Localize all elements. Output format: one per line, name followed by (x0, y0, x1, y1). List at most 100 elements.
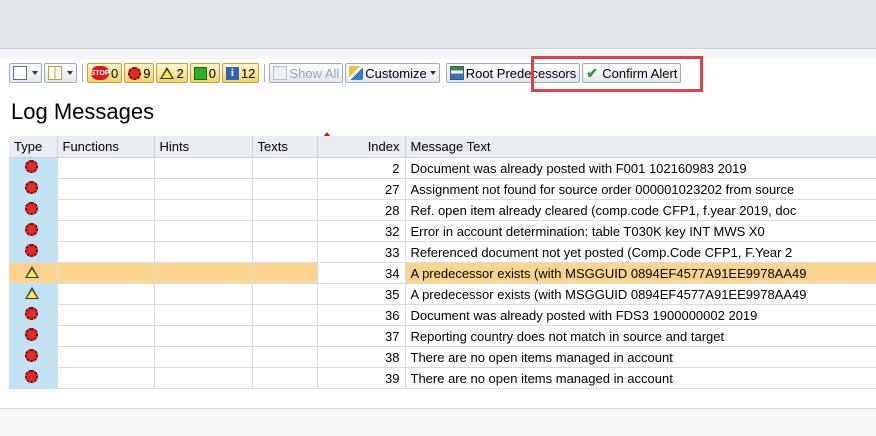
message-cell[interactable]: There are no open items managed in accou… (405, 346, 876, 368)
type-cell[interactable] (9, 283, 58, 305)
functions-cell[interactable] (57, 262, 155, 284)
type-cell[interactable] (9, 367, 58, 389)
message-cell[interactable]: Ref. open item already cleared (comp.cod… (405, 199, 876, 221)
hints-cell[interactable] (154, 325, 253, 347)
functions-cell[interactable] (57, 325, 155, 347)
hints-cell[interactable] (154, 262, 253, 284)
message-cell[interactable]: Document was already posted with F001 10… (405, 157, 876, 179)
page-title: Log Messages (11, 99, 155, 124)
index-cell[interactable]: 28 (317, 199, 406, 221)
texts-cell[interactable] (252, 346, 318, 368)
hints-cell[interactable] (154, 178, 253, 200)
table-row[interactable]: 38 There are no open items managed in ac… (9, 346, 876, 368)
hints-cell[interactable] (154, 241, 253, 263)
column-header-index[interactable]: Index (317, 136, 406, 158)
texts-cell[interactable] (252, 157, 318, 179)
hints-cell[interactable] (154, 157, 253, 179)
functions-cell[interactable] (57, 220, 155, 242)
functions-cell[interactable] (57, 241, 155, 263)
column-header-hints[interactable]: Hints (154, 136, 253, 158)
index-cell[interactable]: 34 (317, 262, 406, 284)
column-header-functions[interactable]: Functions (57, 136, 155, 158)
message-cell[interactable]: Reporting country does not match in sour… (405, 325, 876, 347)
table-row[interactable]: 2 Document was already posted with F001 … (9, 157, 876, 179)
info-icon: i (225, 66, 239, 80)
index-cell[interactable]: 2 (317, 157, 406, 179)
stop-filter-button[interactable]: STOP 0 (87, 63, 123, 83)
show-all-button[interactable]: Show All (269, 63, 344, 83)
hints-cell[interactable] (154, 283, 253, 305)
table-row[interactable]: 33 Referenced document not yet posted (C… (9, 241, 876, 263)
table-row[interactable]: 36 Document was already posted with FDS3… (9, 304, 876, 326)
texts-cell[interactable] (252, 304, 318, 326)
type-cell[interactable] (9, 262, 58, 284)
index-cell[interactable]: 27 (317, 178, 406, 200)
type-cell[interactable] (9, 241, 58, 263)
message-cell[interactable]: Assignment not found for source order 00… (405, 178, 876, 200)
grid-footer (0, 408, 876, 436)
texts-cell[interactable] (252, 325, 318, 347)
customize-button[interactable]: Customize (345, 63, 440, 83)
message-cell[interactable]: A predecessor exists (with MSGGUID 0894E… (405, 283, 876, 305)
warning-filter-button[interactable]: 2 (156, 63, 188, 83)
texts-cell[interactable] (252, 178, 318, 200)
table-row[interactable]: 28 Ref. open item already cleared (comp.… (9, 199, 876, 221)
hints-cell[interactable] (154, 220, 253, 242)
layout-button[interactable] (44, 63, 77, 83)
hierarchy-icon (449, 66, 464, 80)
type-cell[interactable] (9, 346, 58, 368)
highlight-box (531, 56, 703, 92)
type-cell[interactable] (9, 157, 58, 179)
texts-cell[interactable] (252, 241, 318, 263)
type-cell[interactable] (9, 220, 58, 242)
hints-cell[interactable] (154, 367, 253, 389)
functions-cell[interactable] (57, 304, 155, 326)
table-row[interactable]: 32 Error in account determination: table… (9, 220, 876, 242)
message-cell[interactable]: Document was already posted with FDS3 19… (405, 304, 876, 326)
hints-cell[interactable] (154, 346, 253, 368)
info-filter-button[interactable]: i 12 (221, 63, 260, 83)
table-row[interactable]: 35 A predecessor exists (with MSGGUID 08… (9, 283, 876, 305)
functions-cell[interactable] (57, 199, 155, 221)
hints-cell[interactable] (154, 304, 253, 326)
index-cell[interactable]: 36 (317, 304, 406, 326)
functions-cell[interactable] (57, 283, 155, 305)
texts-cell[interactable] (252, 283, 318, 305)
details-button[interactable] (9, 63, 42, 83)
header-row: Type Functions Hints Texts Index Message… (9, 136, 876, 158)
functions-cell[interactable] (57, 157, 155, 179)
type-cell[interactable] (9, 304, 58, 326)
table-row[interactable]: 39 There are no open items managed in ac… (9, 367, 876, 389)
message-cell[interactable]: Referenced document not yet posted (Comp… (405, 241, 876, 263)
table-row[interactable]: 37 Reporting country does not match in s… (9, 325, 876, 347)
message-cell[interactable]: There are no open items managed in accou… (405, 367, 876, 389)
index-cell[interactable]: 39 (317, 367, 406, 389)
message-cell[interactable]: Error in account determination: table T0… (405, 220, 876, 242)
warning-count: 2 (176, 65, 184, 81)
functions-cell[interactable] (57, 346, 155, 368)
texts-cell[interactable] (252, 367, 318, 389)
column-header-texts[interactable]: Texts (252, 136, 318, 158)
functions-cell[interactable] (57, 367, 155, 389)
functions-cell[interactable] (57, 178, 155, 200)
type-cell[interactable] (9, 199, 58, 221)
table-row[interactable]: 27 Assignment not found for source order… (9, 178, 876, 200)
table-row-selected[interactable]: 34 A predecessor exists (with MSGGUID 08… (9, 262, 876, 284)
type-cell[interactable] (9, 178, 58, 200)
index-cell[interactable]: 33 (317, 241, 406, 263)
hints-cell[interactable] (154, 199, 253, 221)
index-cell[interactable]: 32 (317, 220, 406, 242)
index-cell[interactable]: 35 (317, 283, 406, 305)
texts-cell[interactable] (252, 220, 318, 242)
success-filter-button[interactable]: 0 (189, 63, 220, 83)
message-cell[interactable]: A predecessor exists (with MSGGUID 0894E… (405, 262, 876, 284)
customize-label: Customize (365, 65, 427, 81)
type-cell[interactable] (9, 325, 58, 347)
index-cell[interactable]: 37 (317, 325, 406, 347)
texts-cell[interactable] (252, 199, 318, 221)
texts-cell[interactable] (252, 262, 318, 284)
column-header-type[interactable]: Type (9, 136, 58, 158)
column-header-message[interactable]: Message Text (405, 136, 876, 158)
index-cell[interactable]: 38 (317, 346, 406, 368)
error-filter-button[interactable]: 9 (124, 63, 155, 83)
